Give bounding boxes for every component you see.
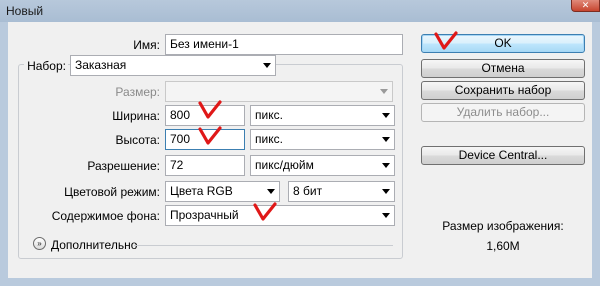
red-check-mark-icon bbox=[253, 202, 277, 221]
expand-double-chevron-icon[interactable]: » bbox=[33, 237, 46, 250]
advanced-toggle-label[interactable]: Дополнительно bbox=[51, 238, 137, 252]
preset-select-value: Заказная bbox=[75, 58, 127, 72]
chevron-down-icon bbox=[382, 113, 390, 118]
preset-label: Набор: bbox=[24, 59, 68, 74]
width-label: Ширина: bbox=[112, 109, 160, 123]
image-size-value: 1,60M bbox=[486, 239, 520, 253]
bit-depth-value: 8 бит bbox=[293, 184, 323, 198]
name-input[interactable]: Без имени-1 bbox=[165, 34, 403, 55]
close-icon[interactable]: ✕ bbox=[571, 0, 600, 12]
red-check-mark-icon bbox=[434, 31, 458, 50]
resolution-unit-select[interactable]: пикс/дюйм bbox=[250, 155, 395, 176]
chevron-down-icon bbox=[382, 189, 390, 194]
color-mode-select[interactable]: Цвета RGB bbox=[165, 181, 280, 202]
red-check-mark-icon bbox=[198, 100, 222, 119]
size-label: Размер: bbox=[115, 85, 160, 99]
device-central-button[interactable]: Device Central... bbox=[421, 146, 585, 165]
resolution-unit-value: пикс/дюйм bbox=[255, 158, 314, 172]
window-frame-right bbox=[592, 22, 600, 286]
preset-select[interactable]: Заказная bbox=[70, 55, 276, 76]
window-title: Новый bbox=[6, 4, 44, 18]
chevron-down-icon bbox=[267, 189, 275, 194]
size-select bbox=[165, 81, 393, 102]
chevron-down-icon bbox=[382, 213, 390, 218]
image-size-label: Размер изображения: bbox=[442, 219, 564, 233]
background-value: Прозрачный bbox=[170, 208, 239, 222]
width-unit-value: пикс. bbox=[255, 108, 283, 122]
color-mode-label: Цветовой режим: bbox=[64, 185, 160, 199]
width-unit-select[interactable]: пикс. bbox=[250, 105, 395, 126]
advanced-divider bbox=[134, 245, 393, 246]
color-mode-value: Цвета RGB bbox=[170, 184, 233, 198]
window-frame-left bbox=[0, 22, 8, 286]
chevron-down-icon bbox=[263, 63, 271, 68]
resolution-label: Разрешение: bbox=[87, 159, 160, 173]
height-unit-select[interactable]: пикс. bbox=[250, 129, 395, 150]
chevron-down-icon bbox=[382, 163, 390, 168]
background-select[interactable]: Прозрачный bbox=[165, 205, 395, 226]
save-preset-button[interactable]: Сохранить набор параметров... bbox=[421, 81, 585, 114]
bit-depth-select[interactable]: 8 бит bbox=[288, 181, 395, 202]
background-label: Содержимое фона: bbox=[51, 209, 160, 223]
cancel-button[interactable]: Отмена bbox=[421, 59, 585, 78]
chevron-down-icon bbox=[380, 89, 388, 94]
window-frame-bottom bbox=[0, 278, 600, 286]
chevron-down-icon bbox=[382, 137, 390, 142]
title-bar[interactable] bbox=[0, 0, 600, 22]
height-unit-value: пикс. bbox=[255, 132, 283, 146]
red-check-mark-icon bbox=[198, 126, 222, 145]
delete-preset-button: Удалить набор... bbox=[421, 103, 585, 122]
height-label: Высота: bbox=[115, 133, 160, 147]
name-label: Имя: bbox=[133, 38, 160, 52]
resolution-input[interactable]: 72 bbox=[165, 155, 245, 176]
